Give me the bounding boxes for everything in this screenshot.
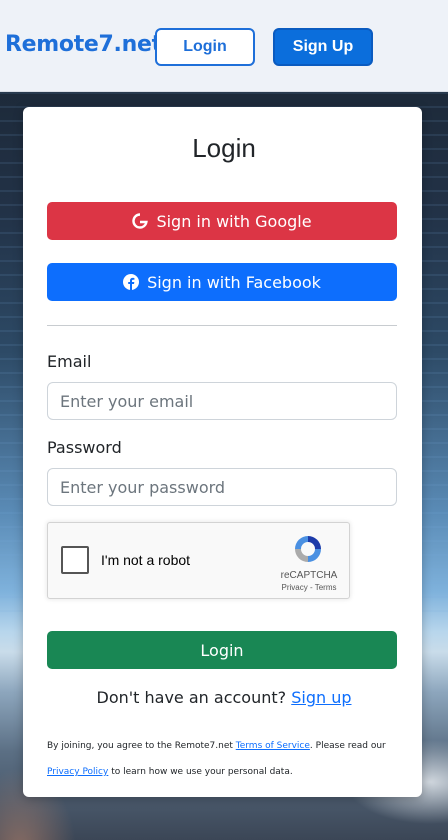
- signup-prompt: Don't have an account? Sign up: [0, 688, 448, 707]
- google-signin-button[interactable]: Sign in with Google: [47, 202, 397, 240]
- recaptcha-privacy-link[interactable]: Privacy: [282, 583, 308, 592]
- recaptcha-checkbox[interactable]: [61, 546, 89, 574]
- email-label: Email: [47, 352, 92, 371]
- google-icon: [132, 213, 149, 229]
- recaptcha-label: I'm not a robot: [101, 552, 191, 568]
- signup-link[interactable]: Sign up: [291, 688, 351, 707]
- header-login-button[interactable]: Login: [155, 28, 255, 66]
- signup-prompt-text: Don't have an account?: [96, 688, 287, 707]
- legal-suffix: to learn how we use your personal data.: [108, 767, 293, 777]
- facebook-signin-label: Sign in with Facebook: [147, 272, 321, 292]
- recaptcha-links: Privacy - Terms: [274, 583, 344, 592]
- header-signup-button[interactable]: Sign Up: [273, 28, 373, 66]
- recaptcha-separator: -: [307, 583, 315, 592]
- divider: [47, 325, 397, 326]
- top-navbar: Remote7.net Login Sign Up: [0, 0, 448, 92]
- recaptcha-widget: I'm not a robot reCAPTCHA Privacy - Term…: [47, 522, 350, 599]
- terms-of-service-link[interactable]: Terms of Service: [236, 741, 310, 751]
- recaptcha-brand: reCAPTCHA: [280, 570, 338, 581]
- password-label: Password: [47, 438, 122, 457]
- recaptcha-terms-link[interactable]: Terms: [315, 583, 337, 592]
- privacy-policy-link[interactable]: Privacy Policy: [47, 767, 108, 777]
- login-submit-button[interactable]: Login: [47, 631, 397, 669]
- facebook-signin-button[interactable]: Sign in with Facebook: [47, 263, 397, 301]
- facebook-icon: [123, 274, 140, 290]
- legal-middle: . Please read our: [309, 741, 386, 751]
- legal-prefix: By joining, you agree to the Remote7.net: [47, 741, 236, 751]
- page-title: Login: [192, 133, 256, 163]
- password-field[interactable]: [47, 468, 397, 506]
- brand-logo[interactable]: Remote7.net: [5, 32, 162, 57]
- legal-notice: By joining, you agree to the Remote7.net…: [47, 733, 397, 785]
- email-field[interactable]: [47, 382, 397, 420]
- google-signin-label: Sign in with Google: [156, 211, 312, 231]
- recaptcha-logo-icon: [292, 533, 324, 565]
